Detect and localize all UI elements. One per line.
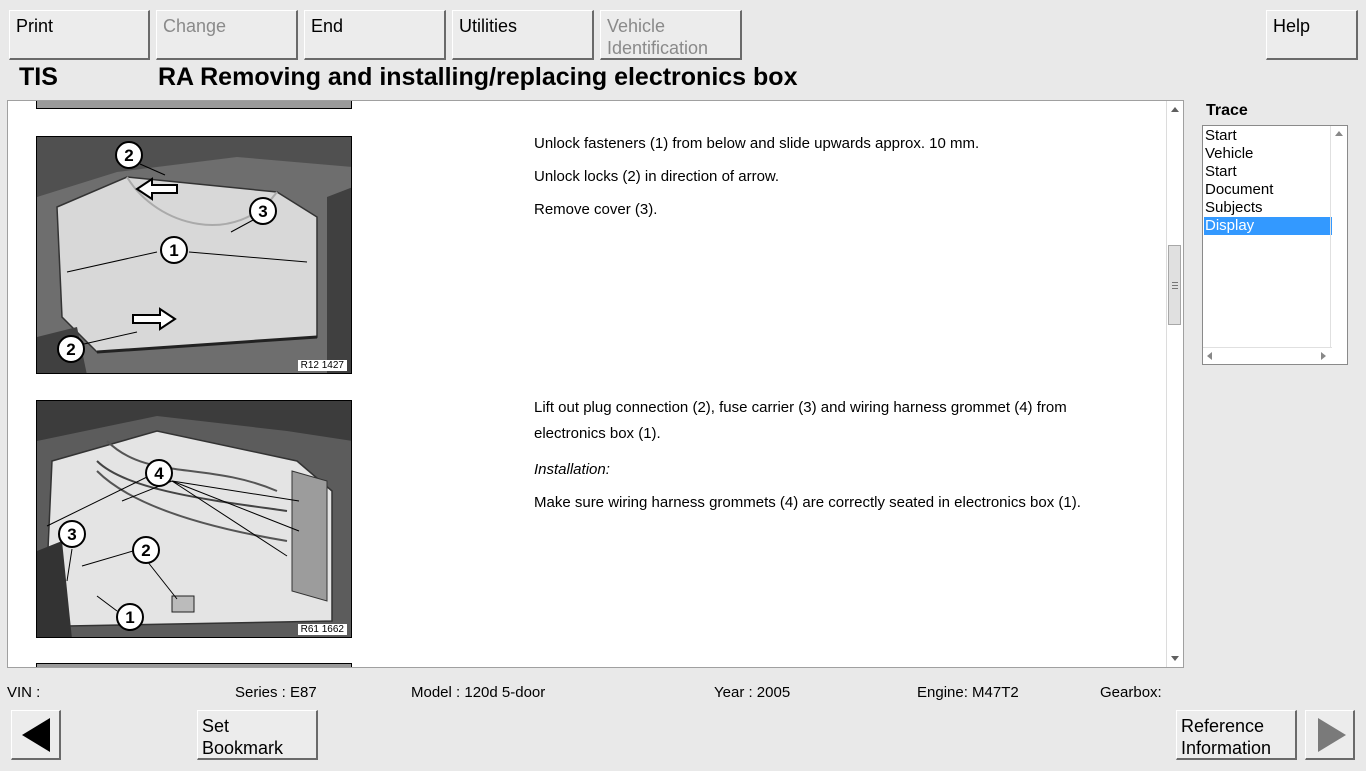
utilities-button[interactable]: Utilities — [452, 10, 594, 60]
app-name: TIS — [19, 63, 58, 91]
reference-information-button[interactable]: Reference Information — [1176, 710, 1297, 760]
callout-1: 1 — [160, 236, 188, 264]
content-scrollbar[interactable] — [1166, 101, 1183, 667]
step-1-line-3: Remove cover (3). — [534, 201, 658, 218]
trace-item-subjects[interactable]: Subjects — [1204, 199, 1332, 217]
set-bookmark-button[interactable]: Set Bookmark — [197, 710, 318, 760]
vehicle-identification-line2: Identification — [607, 38, 709, 58]
figure-electronics-box-cover: 2 3 1 2 R12 1427 — [36, 136, 352, 374]
vehicle-identification-line1: Vehicle — [607, 16, 666, 36]
step-1-line-2: Unlock locks (2) in direction of arrow. — [534, 168, 780, 185]
callout-2-top: 2 — [115, 141, 143, 169]
svg-text:1: 1 — [169, 241, 178, 260]
trace-item-start-2[interactable]: Start — [1204, 163, 1332, 181]
change-button[interactable]: Change — [156, 10, 298, 60]
status-year: Year : 2005 — [714, 684, 791, 701]
document-content[interactable]: 2 3 1 2 R12 1427 Unlock fasteners (1) fr… — [7, 100, 1184, 668]
figure-partial-bottom — [36, 663, 352, 667]
trace-scroll-up-icon[interactable] — [1335, 131, 1343, 136]
trace-label: Trace — [1206, 102, 1248, 119]
callout-1: 1 — [116, 603, 144, 631]
scroll-down-icon[interactable] — [1171, 656, 1179, 661]
figure-1-illustration: 2 3 1 2 — [37, 137, 351, 373]
trace-horizontal-scrollbar[interactable] — [1203, 347, 1332, 364]
status-engine: Engine: M47T2 — [917, 684, 1019, 701]
set-bookmark-line2: Bookmark — [202, 738, 284, 758]
page-title: RA Removing and installing/replacing ele… — [158, 63, 798, 91]
callout-3: 3 — [249, 197, 277, 225]
set-bookmark-line1: Set — [202, 716, 230, 736]
svg-text:4: 4 — [154, 464, 164, 483]
trace-item-document[interactable]: Document — [1204, 181, 1332, 199]
svg-text:2: 2 — [141, 541, 150, 560]
forward-button[interactable] — [1305, 710, 1355, 760]
back-button[interactable] — [11, 710, 61, 760]
step-1-text: Unlock fasteners (1) from below and slid… — [534, 131, 1134, 230]
svg-text:2: 2 — [66, 340, 75, 359]
trace-vertical-scrollbar[interactable] — [1330, 126, 1347, 348]
scroll-up-icon[interactable] — [1171, 107, 1179, 112]
svg-text:2: 2 — [124, 146, 133, 165]
status-model: Model : 120d 5-door — [411, 684, 546, 701]
callout-2: 2 — [132, 536, 160, 564]
end-button[interactable]: End — [304, 10, 446, 60]
figure-2-illustration: 4 3 2 1 — [37, 401, 351, 637]
svg-text:1: 1 — [125, 608, 134, 627]
vehicle-identification-button[interactable]: Vehicle Identification — [600, 10, 742, 60]
status-vin: VIN : — [7, 684, 41, 701]
step-2-line-3: Make sure wiring harness grommets (4) ar… — [534, 494, 1081, 511]
installation-heading: Installation: — [534, 461, 610, 478]
help-button[interactable]: Help — [1266, 10, 1358, 60]
status-gearbox: Gearbox: — [1100, 684, 1162, 701]
callout-3: 3 — [58, 520, 86, 548]
figure-2-label: R61 1662 — [297, 624, 347, 635]
step-1-line-1: Unlock fasteners (1) from below and slid… — [534, 135, 980, 152]
trace-item-display[interactable]: Display — [1204, 217, 1332, 235]
trace-scroll-right-icon[interactable] — [1321, 352, 1326, 360]
trace-item-start[interactable]: Start — [1204, 127, 1332, 145]
reference-information-line2: Information — [1181, 738, 1272, 758]
figure-partial-top — [36, 101, 352, 109]
figure-1-label: R12 1427 — [297, 360, 347, 371]
callout-4: 4 — [145, 459, 173, 487]
callout-2-bottom: 2 — [57, 335, 85, 363]
svg-text:3: 3 — [258, 202, 267, 221]
trace-item-vehicle[interactable]: Vehicle — [1204, 145, 1332, 163]
arrow-left-icon — [22, 718, 50, 752]
trace-list[interactable]: Start Vehicle Start Document Subjects Di… — [1202, 125, 1348, 365]
reference-information-line1: Reference — [1181, 716, 1265, 736]
step-2-text: Lift out plug connection (2), fuse carri… — [534, 395, 1134, 523]
figure-electronics-box-wiring: 4 3 2 1 R61 1662 — [36, 400, 352, 638]
scroll-thumb[interactable] — [1168, 245, 1181, 325]
svg-text:3: 3 — [67, 525, 76, 544]
step-2-line-1: Lift out plug connection (2), fuse carri… — [534, 399, 1067, 442]
status-series: Series : E87 — [235, 684, 317, 701]
print-button[interactable]: Print — [9, 10, 150, 60]
arrow-right-icon — [1318, 718, 1346, 752]
trace-scroll-left-icon[interactable] — [1207, 352, 1212, 360]
